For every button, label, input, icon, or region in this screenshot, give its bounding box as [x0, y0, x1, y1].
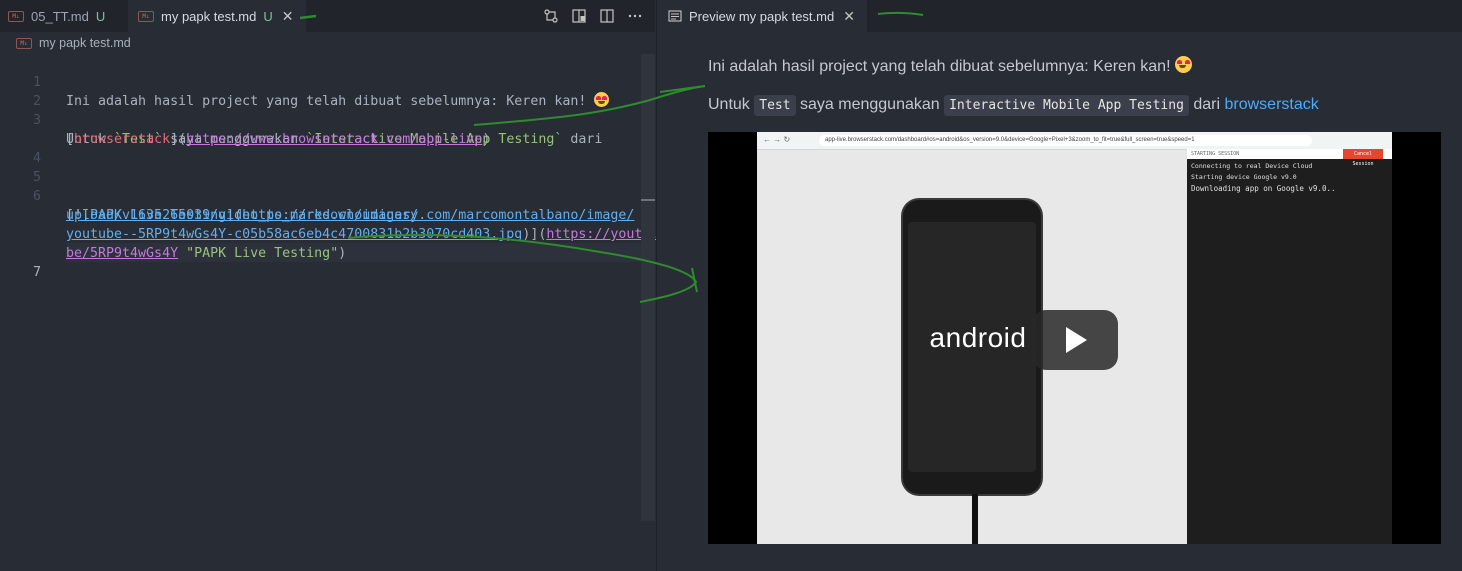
- close-icon[interactable]: ✕: [282, 8, 294, 25]
- editor-line: 6 [![PAPK Live Testing](https://res.clou…: [0, 168, 634, 223]
- markdown-file-icon: M↓: [8, 10, 24, 22]
- tab-label: Preview my papk test.md: [689, 8, 835, 24]
- cancel-session-button: Cancel Session: [1343, 149, 1383, 167]
- tab-05-tt[interactable]: M↓ 05_TT.md U: [0, 0, 130, 32]
- more-actions-icon[interactable]: [627, 8, 643, 24]
- punct: ): [482, 132, 491, 147]
- code-editor[interactable]: 1 Ini adalah hasil project yang telah di…: [0, 54, 658, 571]
- line-number: 7: [32, 265, 41, 280]
- editor-tabbar: M↓ 05_TT.md U M↓ my papk test.md U ✕: [0, 0, 655, 32]
- star-struck-emoji-icon: [1174, 56, 1192, 73]
- editor-scrollbar[interactable]: [641, 54, 655, 521]
- punct: ](: [170, 132, 187, 147]
- log-line: Downloading app on Google v9.0..: [1191, 184, 1336, 193]
- editor-line: 7: [0, 244, 48, 280]
- text: Untuk: [708, 96, 755, 113]
- inline-code: Interactive Mobile App Testing: [944, 95, 1189, 116]
- preview-icon: [667, 8, 683, 24]
- browser-url: app-live.browserstack.com/dashboard#os=a…: [819, 135, 1312, 146]
- editor-line: 4: [0, 130, 48, 166]
- editor-line-wrapped: [browserstack](https://www.browserstack.…: [0, 111, 490, 147]
- markdown-file-icon: M↓: [16, 37, 32, 49]
- session-header: STARTING SESSION Cancel Session: [1187, 149, 1392, 167]
- text: dari: [562, 132, 603, 147]
- tab-label: 05_TT.md: [31, 8, 89, 24]
- punct: )](: [522, 227, 547, 242]
- line-content: be/5RP9t4wGs4Y "PAPK Live Testing"): [66, 244, 346, 263]
- image-url[interactable]: youtube--5RP9t4wGs4Y-c05b58ac6eb4c470083…: [66, 227, 522, 242]
- untracked-badge: U: [95, 8, 106, 24]
- breadcrumb[interactable]: M↓ my papk test.md: [0, 32, 655, 54]
- editor-line: 5: [0, 149, 48, 185]
- editor-actions: [543, 0, 643, 32]
- line-content: Ini adalah hasil project yang telah dibu…: [66, 92, 610, 111]
- usb-cable: [972, 494, 978, 544]
- scrollbar-cursor-marker: [641, 199, 655, 201]
- text: dari: [1188, 96, 1225, 113]
- line-content: upload/v1635265039/video_to_markdown/ima…: [66, 206, 418, 225]
- editor-line: 1 Ini adalah hasil project yang telah di…: [0, 54, 610, 109]
- close-icon[interactable]: ✕: [843, 8, 855, 25]
- browser-toolbar: ← → ↻ app-live.browserstack.com/dashboar…: [757, 132, 1392, 150]
- link-title: "PAPK Live Testing": [186, 246, 339, 261]
- video-thumbnail[interactable]: ← → ↻ app-live.browserstack.com/dashboar…: [708, 132, 1441, 544]
- split-editor-icon[interactable]: [599, 8, 615, 24]
- browserstack-link[interactable]: browserstack: [1225, 96, 1319, 113]
- inline-code: Test: [754, 95, 796, 116]
- breadcrumb-file[interactable]: my papk test.md: [39, 36, 131, 50]
- tab-preview[interactable]: Preview my papk test.md ✕: [657, 0, 867, 32]
- editor-group-preview: Preview my papk test.md ✕ Ini adalah has…: [656, 0, 1462, 571]
- text: Ini adalah hasil project yang telah dibu…: [708, 58, 1175, 75]
- punct: [: [66, 132, 75, 147]
- editor-line: 2: [0, 73, 48, 109]
- markdown-file-icon: M↓: [138, 10, 154, 22]
- text: saya menggunakan: [795, 96, 945, 113]
- open-preview-icon[interactable]: [571, 8, 587, 24]
- play-button-icon[interactable]: [1032, 310, 1118, 370]
- text: Ini adalah hasil project yang telah dibu…: [66, 94, 595, 109]
- star-struck-emoji-icon: [594, 92, 610, 107]
- open-changes-icon[interactable]: [543, 8, 559, 24]
- editor-line-wrapped: upload/v1635265039/video_to_markdown/ima…: [0, 187, 418, 223]
- nav-arrows-icon: ← → ↻: [763, 135, 791, 144]
- editor-group-left: M↓ 05_TT.md U M↓ my papk test.md U ✕ M↓ …: [0, 0, 658, 571]
- panel-title: STARTING SESSION: [1191, 151, 1240, 157]
- link-url[interactable]: https://www.browserstack.com/app-live: [186, 132, 482, 147]
- video-url[interactable]: be/5RP9t4wGs4Y: [66, 246, 178, 261]
- preview-paragraph: Untuk Test saya menggunakan Interactive …: [708, 95, 1319, 116]
- punct: ): [338, 246, 347, 261]
- tab-my-papk-test[interactable]: M↓ my papk test.md U ✕: [128, 0, 306, 32]
- link-text: browserstack: [74, 132, 171, 147]
- line-content: youtube--5RP9t4wGs4Y-c05b58ac6eb4c470083…: [66, 225, 658, 244]
- preview-paragraph: Ini adalah hasil project yang telah dibu…: [708, 56, 1192, 76]
- line-content: [browserstack](https://www.browserstack.…: [66, 130, 490, 149]
- untracked-badge: U: [263, 8, 273, 24]
- log-line: Starting device Google v9.0: [1191, 173, 1297, 181]
- editor-line-wrapped: youtube--5RP9t4wGs4Y-c05b58ac6eb4c470083…: [0, 206, 658, 242]
- editor-line-wrapped: be/5RP9t4wGs4Y "PAPK Live Testing"): [0, 225, 346, 261]
- editor-line: 3 Untuk `Test` saya menggunakan `Interac…: [0, 92, 602, 147]
- tab-label: my papk test.md: [161, 8, 257, 24]
- session-panel: STARTING SESSION Cancel Session Connectin…: [1187, 149, 1392, 544]
- preview-tabbar: Preview my papk test.md ✕: [657, 0, 1462, 32]
- image-url[interactable]: upload/v1635265039/video_to_markdown/ima…: [66, 208, 418, 223]
